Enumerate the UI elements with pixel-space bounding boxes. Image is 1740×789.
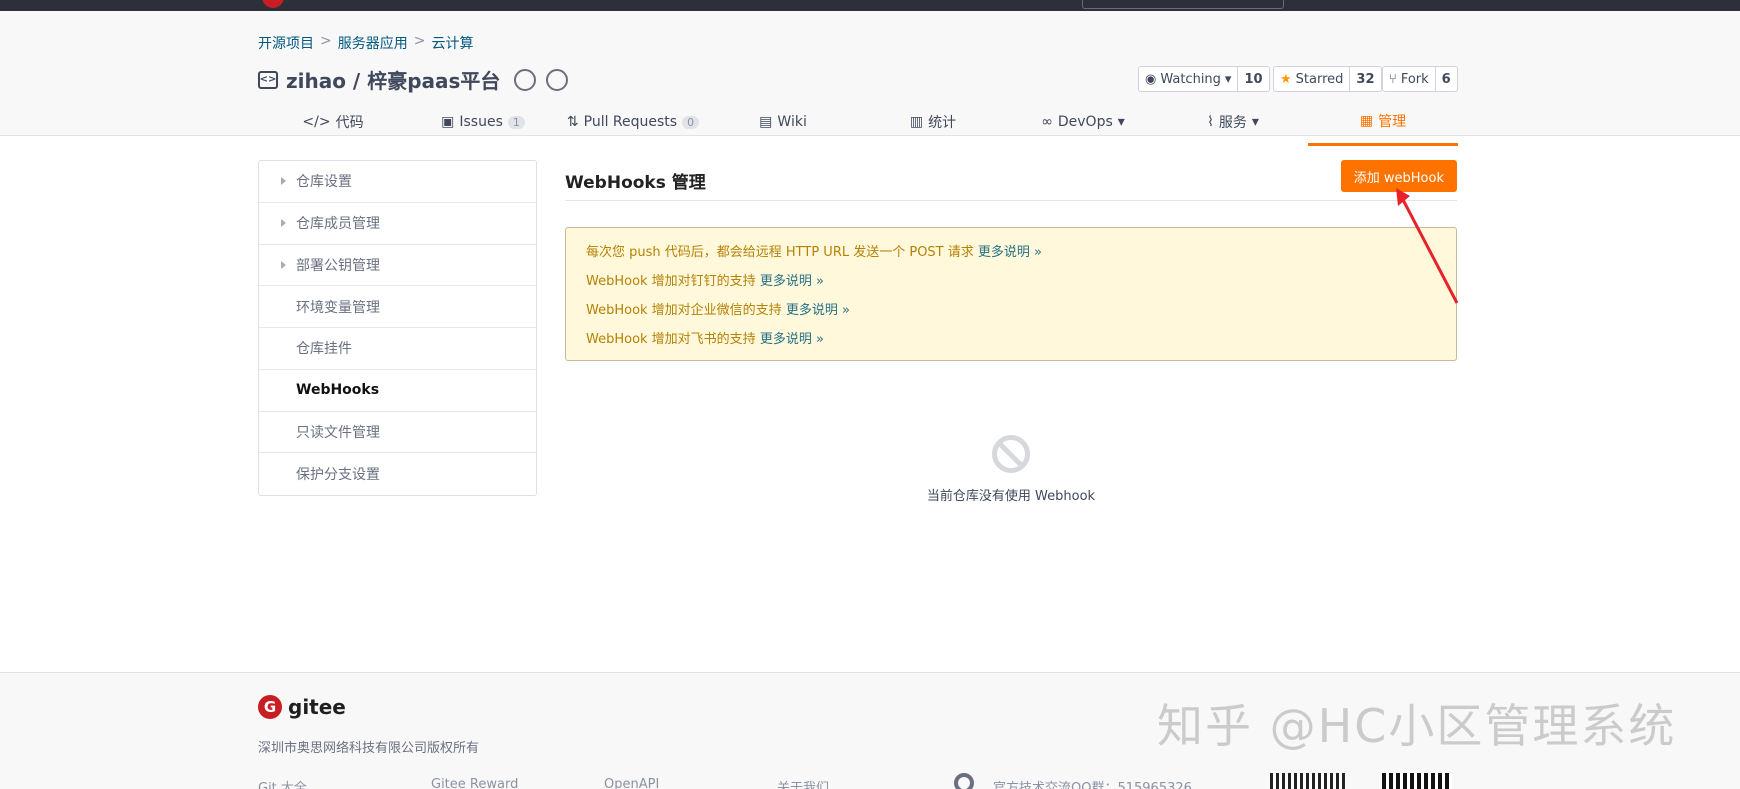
- service-icon: ⌇: [1207, 114, 1214, 130]
- annotation-arrow: [1396, 188, 1459, 304]
- fork-icon: ⑂: [1389, 71, 1397, 87]
- more-info-link[interactable]: 更多说明 »: [978, 245, 1042, 260]
- watch-button[interactable]: ◉ Watching ▾ 10: [1138, 66, 1270, 92]
- sidebar-item-deploy-keys[interactable]: 部署公钥管理: [259, 245, 536, 287]
- chevron-down-icon: ▾: [1251, 114, 1259, 130]
- recommend-icon[interactable]: [546, 68, 569, 91]
- chevron-down-icon: ▾: [1224, 71, 1232, 87]
- pr-count-badge: 0: [682, 115, 700, 129]
- tab-manage[interactable]: ▦ 管理: [1308, 98, 1458, 146]
- repo-tabs: </> 代码 ▣ Issues 1 ⇅ Pull Requests 0 ▤ Wiki ▥ 统计…: [258, 98, 1458, 146]
- issues-count-badge: 1: [507, 115, 525, 129]
- star-icon: ★: [1280, 71, 1292, 87]
- footer-link[interactable]: 关于我们: [777, 777, 950, 789]
- wiki-icon: ▤: [759, 114, 773, 130]
- more-info-link[interactable]: 更多说明 »: [760, 274, 824, 289]
- fork-button[interactable]: ⑂ Fork 6: [1382, 66, 1458, 92]
- sidebar-item-readonly-files[interactable]: 只读文件管理: [259, 412, 536, 454]
- webhooks-panel: WebHooks 管理 添加 webHook 每次您 push 代码后，都会给远…: [565, 160, 1457, 361]
- breadcrumb-item[interactable]: 开源项目: [258, 33, 314, 53]
- notice-line: WebHook 增加对钉钉的支持 更多说明 »: [586, 274, 824, 289]
- breadcrumb-item[interactable]: 服务器应用: [338, 33, 408, 53]
- footer-link[interactable]: Git 大全: [258, 777, 431, 789]
- star-button[interactable]: ★ Starred 32: [1273, 66, 1382, 92]
- page-title: WebHooks 管理: [565, 172, 706, 193]
- sidebar-item-repo-settings[interactable]: 仓库设置: [259, 161, 536, 203]
- fork-count[interactable]: 6: [1436, 67, 1457, 91]
- pull-request-icon: ⇅: [566, 114, 579, 130]
- top-navbar: [0, 0, 1740, 11]
- tab-issues[interactable]: ▣ Issues 1: [408, 98, 558, 146]
- gitee-logo[interactable]: [262, 0, 284, 8]
- devops-icon: ∞: [1041, 114, 1053, 130]
- brand-text: gitee: [288, 695, 346, 719]
- copyright: 深圳市奥思网络科技有限公司版权所有: [258, 741, 480, 756]
- sidebar-item-webhooks[interactable]: WebHooks: [259, 370, 536, 412]
- breadcrumb-separator: >: [320, 33, 332, 49]
- sidebar-item-env-vars[interactable]: 环境变量管理: [259, 286, 536, 328]
- search-input[interactable]: [1082, 0, 1284, 9]
- empty-state-text: 当前仓库没有使用 Webhook: [926, 489, 1096, 504]
- empty-state: 当前仓库没有使用 Webhook: [565, 435, 1457, 504]
- issues-icon: ▣: [441, 114, 455, 130]
- footer-link[interactable]: OpenAPI: [604, 777, 777, 789]
- sidebar-item-members[interactable]: 仓库成员管理: [259, 203, 536, 245]
- manage-icon: ▦: [1359, 112, 1374, 129]
- footer-links: Git 大全 Gitee Reward OpenAPI 关于我们: [258, 777, 950, 789]
- chevron-down-icon: ▾: [1117, 114, 1125, 130]
- settings-sidebar: 仓库设置 仓库成员管理 部署公钥管理 环境变量管理 仓库挂件 WebHooks …: [258, 160, 537, 496]
- watch-label: Watching: [1160, 71, 1221, 87]
- tab-pull-requests[interactable]: ⇅ Pull Requests 0: [558, 98, 708, 146]
- footer-brand[interactable]: G gitee: [258, 695, 346, 719]
- tab-code[interactable]: </> 代码: [258, 98, 408, 146]
- repository-icon: <>: [258, 70, 278, 89]
- location-icon: [949, 768, 979, 789]
- tab-stats[interactable]: ▥ 统计: [858, 98, 1008, 146]
- repo-title: <> zihao / 梓豪paas平台: [258, 65, 569, 94]
- gitee-logo-icon: G: [258, 695, 282, 719]
- more-info-link[interactable]: 更多说明 »: [786, 303, 850, 318]
- breadcrumb-item[interactable]: 云计算: [431, 33, 473, 53]
- notice-line: 每次您 push 代码后，都会给远程 HTTP URL 发送一个 POST 请求…: [586, 245, 1042, 260]
- notice-line: WebHook 增加对企业微信的支持 更多说明 »: [586, 303, 850, 318]
- qq-group: 官方技术交流QQ群：515965326: [993, 781, 1192, 789]
- code-icon: </>: [302, 114, 331, 130]
- qr-code-image: [1270, 773, 1346, 789]
- sidebar-item-widgets[interactable]: 仓库挂件: [259, 328, 536, 370]
- repo-name[interactable]: zihao / 梓豪paas平台: [286, 65, 500, 94]
- qr-code-image: [1382, 773, 1452, 789]
- fork-label: Fork: [1400, 71, 1429, 87]
- eye-icon: ◉: [1145, 71, 1157, 87]
- caret-right-icon: [281, 177, 286, 186]
- tab-wiki[interactable]: ▤ Wiki: [708, 98, 858, 146]
- panel-header: WebHooks 管理 添加 webHook: [565, 160, 1457, 201]
- notice-line: WebHook 增加对飞书的支持 更多说明 »: [586, 332, 824, 347]
- caret-right-icon: [281, 219, 286, 228]
- ban-icon: [992, 435, 1030, 473]
- star-count[interactable]: 32: [1350, 67, 1380, 91]
- watch-count[interactable]: 10: [1238, 67, 1268, 91]
- breadcrumb: 开源项目 > 服务器应用 > 云计算: [258, 33, 473, 53]
- breadcrumb-separator: >: [413, 33, 426, 49]
- star-label: Starred: [1295, 71, 1344, 87]
- tab-service[interactable]: ⌇ 服务 ▾: [1158, 98, 1308, 146]
- repo-header: 开源项目 > 服务器应用 > 云计算 <> zihao / 梓豪paas平台 ◉…: [0, 11, 1740, 146]
- sync-icon[interactable]: [514, 68, 537, 91]
- chart-icon: ▥: [909, 114, 924, 130]
- sidebar-item-protected-branches[interactable]: 保护分支设置: [259, 453, 536, 495]
- more-info-link[interactable]: 更多说明 »: [760, 332, 824, 347]
- tab-devops[interactable]: ∞ DevOps ▾: [1008, 98, 1158, 146]
- footer-link[interactable]: Gitee Reward: [431, 777, 604, 789]
- caret-right-icon: [281, 260, 286, 269]
- info-notice: 每次您 push 代码后，都会给远程 HTTP URL 发送一个 POST 请求…: [565, 227, 1457, 361]
- watermark: 知乎 @HC小区管理系统: [1157, 699, 1677, 753]
